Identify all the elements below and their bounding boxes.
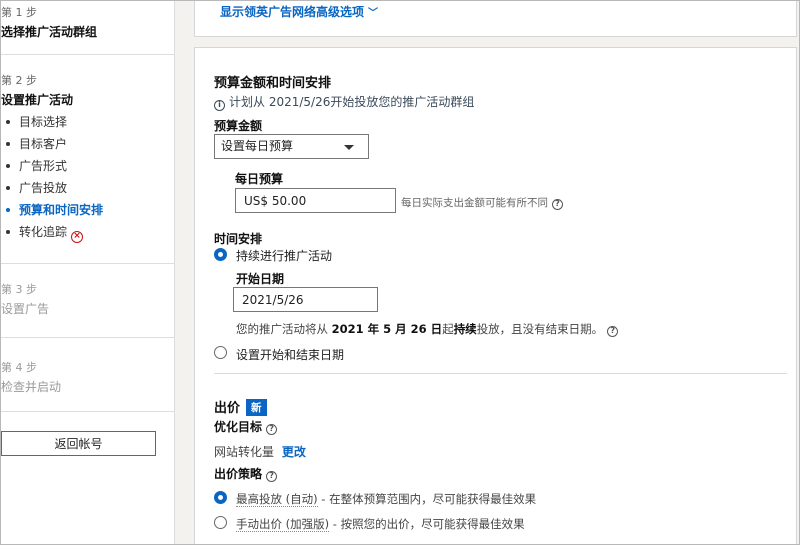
budget-type-select[interactable]: 设置每日预算 [214,134,369,159]
daily-budget-input[interactable] [235,188,396,213]
section-divider [214,373,787,374]
change-goal-link[interactable]: 更改 [282,445,306,459]
substep-audience[interactable]: 目标客户 [1,133,175,155]
max-delivery-name: 最高投放 (自动) [236,492,318,507]
substep-budget-schedule[interactable]: 预算和时间安排 [1,199,175,221]
bullet-icon [6,120,10,124]
step-2-number: 第 2 步 [1,74,37,87]
substep-label: 目标选择 [19,115,68,129]
radio-continuous-label[interactable]: 持续进行推广活动 [236,247,332,264]
radio-manual-bid[interactable] [214,516,227,529]
substep-label: 转化追踪 [19,225,68,239]
substep-placement[interactable]: 广告投放 [1,177,175,199]
step-1[interactable]: 第 1 步 选择推广活动群组 [1,4,175,40]
bid-strategy-label: 出价策略 [214,467,263,481]
optimization-goal-label: 优化目标 [214,420,263,434]
show-advanced-options-link[interactable]: 显示领英广告网络高级选项 ﹀ [220,3,378,20]
step-3-title: 设置广告 [1,302,50,316]
caret-down-icon [344,145,354,150]
help-icon[interactable]: ? [552,199,563,210]
error-icon: × [71,231,84,243]
step-4-title: 检查并启动 [1,380,62,394]
daily-budget-hint-text: 每日实际支出金额可能有所不同 [401,197,548,209]
desc-continuous: 持续 [453,322,477,336]
substep-label: 广告投放 [19,181,68,195]
budget-bidding-card: 预算金额和时间安排 i 计划从 2021/5/26开始投放您的推广活动群组 预算金… [194,47,797,544]
help-icon[interactable]: ? [266,471,278,482]
bidding-title-text: 出价 [214,401,241,416]
daily-budget-hint: 每日实际支出金额可能有所不同? [401,195,563,210]
setup-steps-sidebar: 第 1 步 选择推广活动群组 第 2 步 设置推广活动 目标选择 目标客户 广告… [1,1,175,544]
radio-start-end-label[interactable]: 设置开始和结束日期 [236,346,344,363]
sidebar-divider [1,411,175,412]
substep-conversion-tracking[interactable]: 转化追踪 × [1,221,175,243]
step-4[interactable]: 第 4 步 检查并启动 [1,359,175,395]
bullet-icon [6,208,10,212]
step-1-title: 选择推广活动群组 [1,25,98,39]
start-date-input[interactable] [233,287,378,312]
radio-start-end[interactable] [214,346,227,359]
step-3[interactable]: 第 3 步 设置广告 [1,281,175,317]
step-4-number: 第 4 步 [1,361,37,374]
budget-type-value: 设置每日预算 [221,139,294,153]
start-date-label: 开始日期 [236,272,285,286]
substep-objective[interactable]: 目标选择 [1,111,175,133]
desc-suffix: 投放，且没有结束日期。 [476,322,604,336]
budget-section-title: 预算金额和时间安排 [214,76,332,91]
bullet-icon [6,142,10,146]
chevron-down-icon: ﹀ [368,8,379,19]
desc-mid: 起 [442,322,454,336]
substep-label: 预算和时间安排 [19,203,104,217]
optimization-goal: 优化目标? [214,418,278,435]
radio-max-delivery-label[interactable]: 最高投放 (自动) - 在整体预算范围内，尽可能获得最佳效果 [236,491,536,507]
radio-continuous[interactable] [214,248,227,261]
new-badge: 新 [246,399,267,416]
network-options-card: 显示领英广告网络高级选项 ﹀ [194,1,797,37]
step-2-substeps: 目标选择 目标客户 广告形式 广告投放 预算和时间安排 转化追踪 × [1,111,175,243]
help-icon[interactable]: ? [266,424,278,435]
back-to-account-button[interactable]: 返回帐号 [1,431,156,456]
desc-prefix: 您的推广活动将从 [236,322,328,336]
campaign-manager-window: 第 1 步 选择推广活动群组 第 2 步 设置推广活动 目标选择 目标客户 广告… [0,0,800,545]
manual-bid-name: 手动出价 (加强版) [236,517,330,532]
sidebar-divider [1,337,175,338]
step-1-number: 第 1 步 [1,6,37,19]
bullet-icon [6,230,10,234]
info-icon: i [214,100,225,111]
advanced-options-label: 显示领英广告网络高级选项 [220,5,365,19]
radio-max-delivery[interactable] [214,491,227,504]
bullet-icon [6,186,10,190]
daily-budget-label: 每日预算 [235,172,284,186]
step-3-number: 第 3 步 [1,283,37,296]
step-2-title: 设置推广活动 [1,93,74,107]
manual-bid-desc: - 按照您的出价，尽可能获得最佳效果 [329,517,525,531]
desc-date: 2021 年 5 月 26 日 [331,322,443,336]
bid-strategy: 出价策略? [214,465,278,482]
schedule-info: i 计划从 2021/5/26开始投放您的推广活动群组 [214,93,474,111]
schedule-label: 时间安排 [214,232,263,246]
schedule-description: 您的推广活动将从 2021 年 5 月 26 日起持续投放，且没有结束日期。? [236,321,619,337]
sidebar-divider [1,263,175,264]
substep-label: 目标客户 [19,137,68,151]
radio-manual-bid-label[interactable]: 手动出价 (加强版) - 按照您的出价，尽可能获得最佳效果 [236,516,525,532]
step-2[interactable]: 第 2 步 设置推广活动 [1,72,175,108]
sidebar-divider [1,54,175,55]
max-delivery-desc: - 在整体预算范围内，尽可能获得最佳效果 [317,492,537,506]
budget-amount-label: 预算金额 [214,119,263,133]
substep-ad-format[interactable]: 广告形式 [1,155,175,177]
help-icon[interactable]: ? [607,326,619,337]
optimization-goal-value: 网站转化量 [214,445,275,459]
substep-label: 广告形式 [19,159,68,173]
optimization-goal-row: 网站转化量 更改 [214,443,306,460]
bullet-icon [6,164,10,168]
schedule-info-text: 计划从 2021/5/26开始投放您的推广活动群组 [229,95,475,109]
bidding-title: 出价新 [214,397,267,416]
